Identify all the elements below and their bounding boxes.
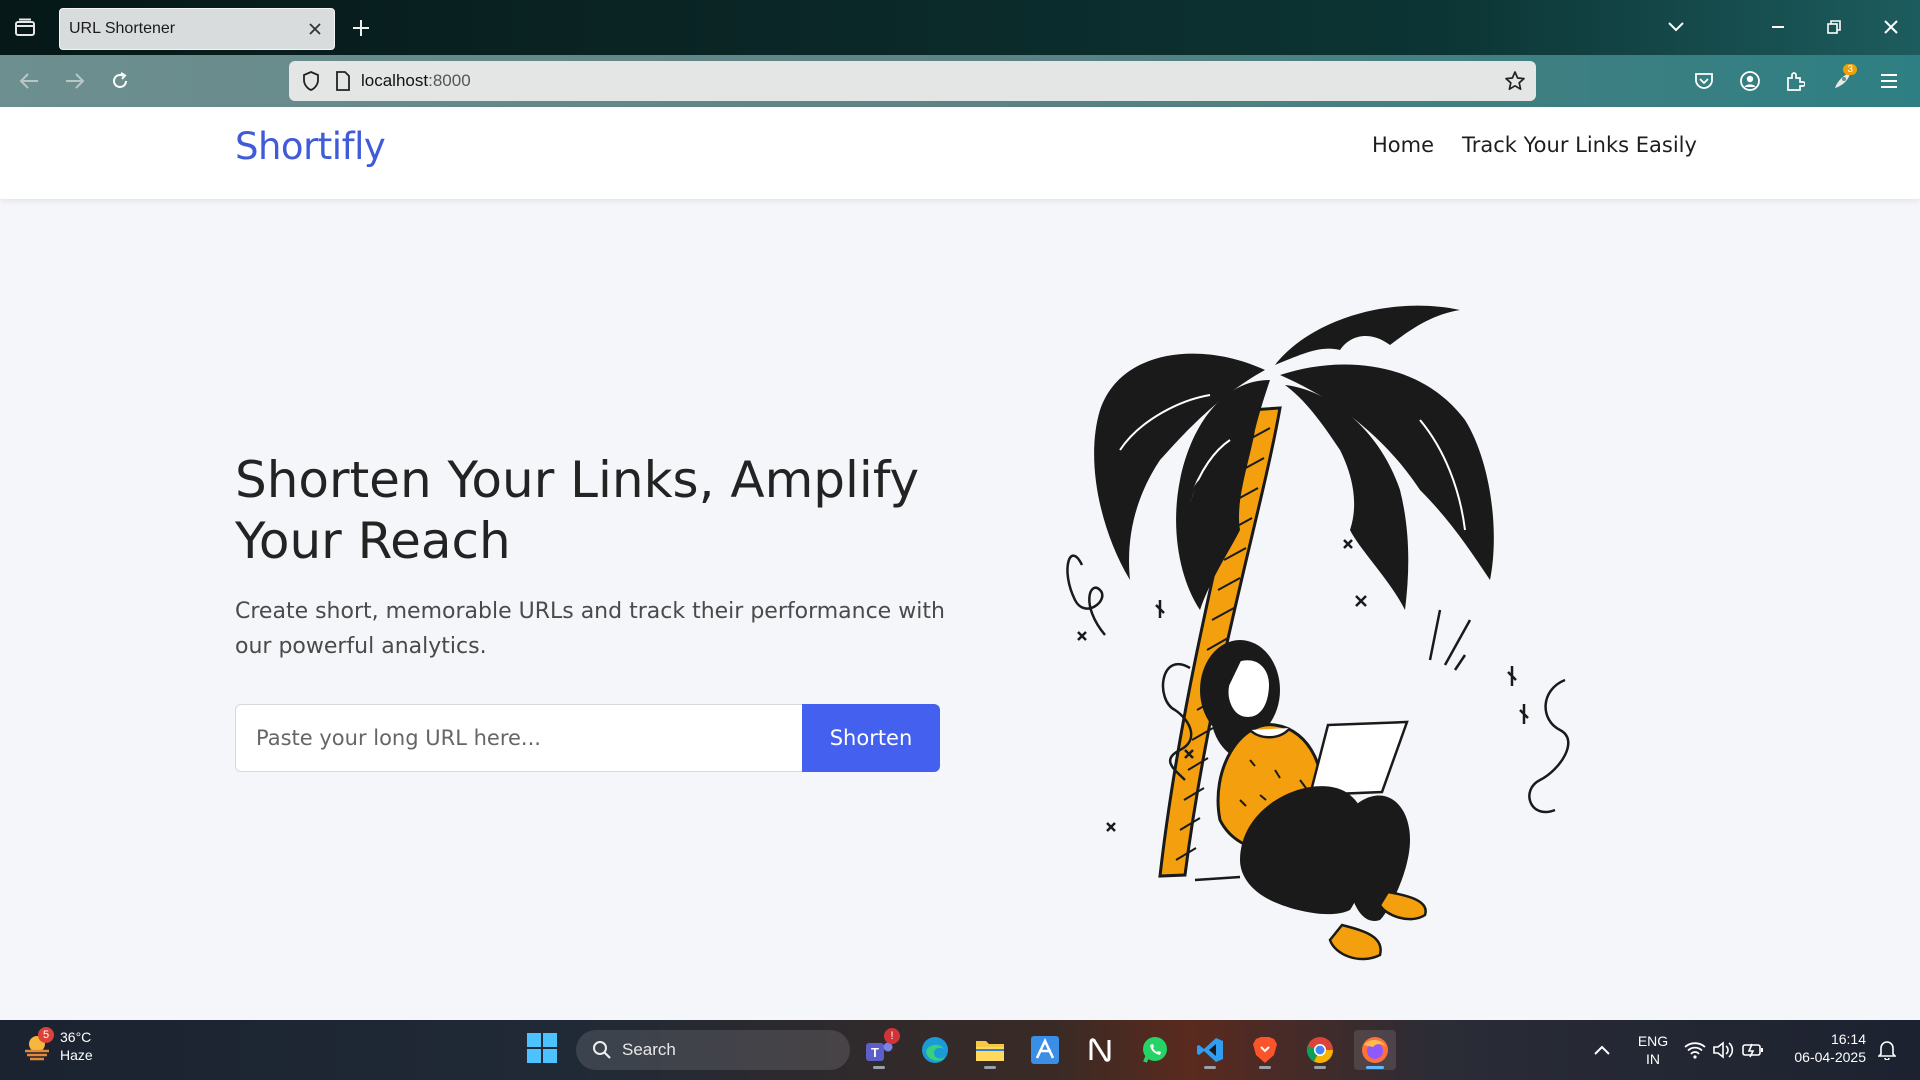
- site-header: Shortifly Home Track Your Links Easily: [0, 107, 1920, 199]
- language-code: ENG: [1637, 1033, 1669, 1049]
- search-icon: [593, 1041, 611, 1059]
- url-host: localhost: [361, 71, 429, 90]
- back-icon[interactable]: [12, 64, 46, 98]
- palm-leaves: [1094, 305, 1494, 610]
- firefox-icon[interactable]: [1354, 1030, 1396, 1070]
- hero-subtitle: Create short, memorable URLs and track t…: [235, 599, 945, 659]
- palm-tree-illustration: [1066, 305, 1570, 961]
- pocket-icon[interactable]: [1687, 64, 1721, 98]
- active-tab[interactable]: URL Shortener: [59, 8, 335, 50]
- browser-tab-strip: URL Shortener: [0, 0, 1920, 55]
- clock-time: 16:14: [1830, 1031, 1866, 1047]
- shorten-button[interactable]: Shorten: [802, 704, 940, 772]
- whatsapp-icon[interactable]: [1134, 1030, 1176, 1070]
- shield-icon[interactable]: [301, 70, 321, 92]
- close-window-icon[interactable]: [1873, 10, 1909, 44]
- brave-running-indicator: [1259, 1066, 1271, 1069]
- nav-track-links-link[interactable]: Track Your Links Easily: [1462, 133, 1697, 157]
- extension-rocket-icon[interactable]: 3: [1825, 64, 1859, 98]
- taskbar: 5 36°C Haze Search T ! ENG IN 16:14 06-0…: [0, 1020, 1920, 1080]
- address-bar[interactable]: localhost:8000: [289, 61, 1536, 101]
- clock[interactable]: 16:14 06-04-2025: [1776, 1030, 1866, 1066]
- vscode-icon[interactable]: [1189, 1030, 1231, 1070]
- minimize-icon[interactable]: [1760, 10, 1796, 44]
- search-label: Search: [622, 1040, 676, 1059]
- teams-icon[interactable]: T !: [858, 1028, 900, 1070]
- reload-icon[interactable]: [103, 64, 137, 98]
- woman-figure: [1194, 640, 1427, 961]
- weather-haze-icon: 5: [22, 1027, 54, 1061]
- page-icon: [335, 71, 351, 91]
- azure-data-studio-icon[interactable]: [1024, 1030, 1066, 1070]
- chrome-icon[interactable]: [1299, 1030, 1341, 1070]
- hero-title: Shorten Your Links, Amplify Your Reach: [235, 451, 920, 570]
- file-explorer-icon[interactable]: [969, 1030, 1011, 1070]
- extensions-icon[interactable]: [1778, 64, 1812, 98]
- notion-icon[interactable]: [1079, 1030, 1121, 1070]
- system-tray-status[interactable]: [1676, 1030, 1772, 1070]
- teams-running-indicator: [873, 1066, 885, 1069]
- brave-icon[interactable]: [1244, 1030, 1286, 1070]
- tab-list-icon[interactable]: [10, 14, 40, 42]
- url-port: :8000: [428, 71, 471, 90]
- close-tab-icon[interactable]: [300, 14, 330, 44]
- region-code: IN: [1646, 1051, 1660, 1067]
- temperature: 36°C: [60, 1029, 92, 1045]
- tab-title: URL Shortener: [69, 20, 176, 37]
- taskbar-search[interactable]: Search: [576, 1030, 850, 1070]
- brand-logo[interactable]: Shortifly: [235, 125, 386, 168]
- new-tab-icon[interactable]: [345, 12, 377, 44]
- edge-icon[interactable]: [914, 1030, 956, 1070]
- restore-icon[interactable]: [1816, 10, 1852, 44]
- windows-start-icon[interactable]: [526, 1032, 562, 1068]
- menu-icon[interactable]: [1872, 64, 1906, 98]
- notification-bell-icon[interactable]: [1870, 1030, 1904, 1070]
- weather-widget[interactable]: 5 36°C Haze: [22, 1027, 93, 1064]
- url-text: localhost:8000: [361, 71, 471, 91]
- weather-text: 36°C Haze: [60, 1028, 93, 1064]
- weather-alert-badge: 5: [38, 1027, 54, 1043]
- show-hidden-icons-chevron[interactable]: [1581, 1030, 1623, 1070]
- tab-overflow-chevron-icon[interactable]: [1658, 10, 1694, 44]
- wifi-icon: [1684, 1042, 1706, 1059]
- extensions-badge: 3: [1843, 64, 1857, 75]
- forward-icon[interactable]: [58, 64, 92, 98]
- language-indicator[interactable]: ENG IN: [1628, 1032, 1678, 1068]
- explorer-running-indicator: [984, 1066, 996, 1069]
- battery-icon: [1742, 1043, 1763, 1058]
- account-icon[interactable]: [1733, 64, 1767, 98]
- vscode-running-indicator: [1204, 1066, 1216, 1069]
- teams-alert-badge: !: [884, 1028, 900, 1044]
- chrome-running-indicator: [1314, 1066, 1326, 1069]
- weather-condition: Haze: [60, 1047, 93, 1063]
- firefox-running-indicator: [1366, 1066, 1384, 1069]
- shorten-form: Shorten: [235, 704, 940, 772]
- svg-text:T: T: [871, 1045, 879, 1060]
- bookmark-star-icon[interactable]: [1504, 70, 1526, 92]
- nav-home-link[interactable]: Home: [1372, 133, 1434, 157]
- volume-icon: [1713, 1041, 1734, 1059]
- clock-date: 06-04-2025: [1794, 1049, 1866, 1065]
- long-url-input[interactable]: [235, 704, 802, 772]
